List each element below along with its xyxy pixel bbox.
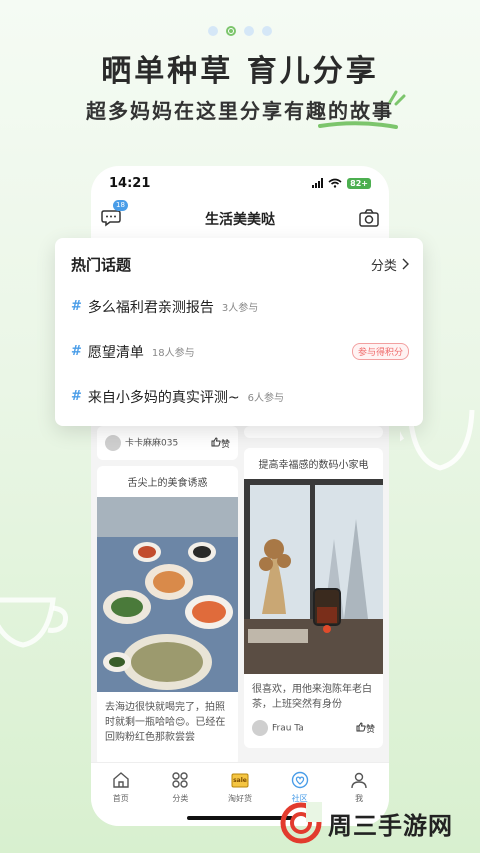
camera-icon[interactable] [359,209,379,227]
topic-participants: 6人参与 [247,393,285,404]
card-title: 提高幸福感的数码小家电 [258,460,369,471]
status-time: 14:21 [109,175,151,191]
topic-name: 愿望清单 [87,344,144,361]
message-icon[interactable] [101,208,123,228]
topics-category-link[interactable]: 分类 [371,255,409,274]
tab-label: 首页 [112,794,129,803]
card-username: 卡卡麻麻035 [125,438,179,449]
topic-item[interactable]: # 多么福利君亲测报告 3人参与 [71,295,409,318]
like-label: 赞 [365,724,375,735]
status-icons: 82+ [312,177,371,189]
card-title: 舌尖上的美食诱惑 [127,478,208,489]
topic-participants: 3人参与 [221,303,259,314]
tab-label: 分类 [172,794,189,803]
feed-card[interactable]: 提高幸福感的数码小家电 很喜欢，用他来泡陈年老白茶，上班突然有身份 Frau T… [244,448,383,748]
page-dot[interactable] [244,26,254,36]
feed-card[interactable]: 舌尖上的美食诱惑 去海边很快就喝完了，拍照时就剩一瓶哈哈😊。已经在回购粉红色那款… [97,466,238,766]
tab-home[interactable]: 首页 [91,763,151,826]
home-icon [113,772,129,788]
avatar [105,435,121,451]
topic-item[interactable]: # 愿望清单 18人参与 参与得积分 [71,340,409,363]
like-label: 赞 [220,439,230,450]
site-watermark: 周三手游网 [280,802,453,844]
tea-photo [244,479,383,674]
home-indicator [187,816,293,820]
like-button[interactable]: 赞 [356,721,375,735]
feed-card-partial[interactable]: 卡卡麻麻035 赞 [97,426,238,460]
card-text: 很喜欢，用他来泡陈年老白茶，上班突然有身份 [252,684,372,710]
message-badge: 18 [113,200,128,211]
hash-icon: # [71,299,82,314]
card-text: 去海边很快就喝完了，拍照时就剩一瓶哈哈😊。已经在回购粉红色那款尝尝 [105,702,226,743]
app-header: 18 生活美美哒 [91,200,389,238]
topics-header: 热门话题 分类 [71,254,409,275]
feed-card-partial[interactable] [244,426,383,438]
tab-label: 淘好货 [227,794,252,803]
card-user[interactable]: Frau Ta [252,720,304,736]
underline-stroke-icon [318,121,398,129]
wifi-icon [328,178,342,188]
spark-icon [388,90,406,106]
topic-item[interactable]: # 来自小多妈的真实评测~ 6人参与 [71,385,409,408]
thumb-up-icon [356,721,366,731]
chevron-right-icon [402,258,409,270]
topic-name: 来自小多妈的真实评测~ [87,389,240,406]
watermark-text: 周三手游网 [328,811,453,840]
like-button[interactable]: 赞 [211,436,230,450]
topic-name: 多么福利君亲测报告 [87,299,214,316]
thumb-up-icon [211,436,221,446]
card-username: Frau Ta [272,723,304,734]
sale-text: sale [233,777,247,784]
community-icon [291,771,308,789]
status-bar: 14:21 82+ [91,166,389,200]
topic-participants: 18人参与 [151,348,195,359]
hash-icon: # [71,389,82,404]
food-photo [97,497,238,692]
grid-icon [172,772,189,788]
page-title: 生活美美哒 [205,212,275,228]
page-dot[interactable] [262,26,272,36]
profile-icon [351,772,367,789]
hot-topics-panel: 热门话题 分类 # 多么福利君亲测报告 3人参与 # 愿望清单 18人参与 参与… [55,238,423,426]
avatar [252,720,268,736]
card-user-row: Frau Ta 赞 [244,716,383,740]
card-user-row: 卡卡麻麻035 赞 [97,426,238,455]
page-dot-active[interactable] [226,26,236,36]
signal-icon [312,178,324,188]
page-indicator [0,26,480,36]
topics-title: 热门话题 [71,256,132,274]
points-badge: 参与得积分 [351,343,409,360]
battery-icon: 82+ [347,177,371,189]
watermark-logo-icon [280,802,322,844]
card-user[interactable]: 卡卡麻麻035 [105,435,178,451]
topics-more-label: 分类 [370,259,397,274]
cup-decoration-icon [0,597,68,648]
page-dot[interactable] [208,26,218,36]
hash-icon: # [71,344,82,359]
